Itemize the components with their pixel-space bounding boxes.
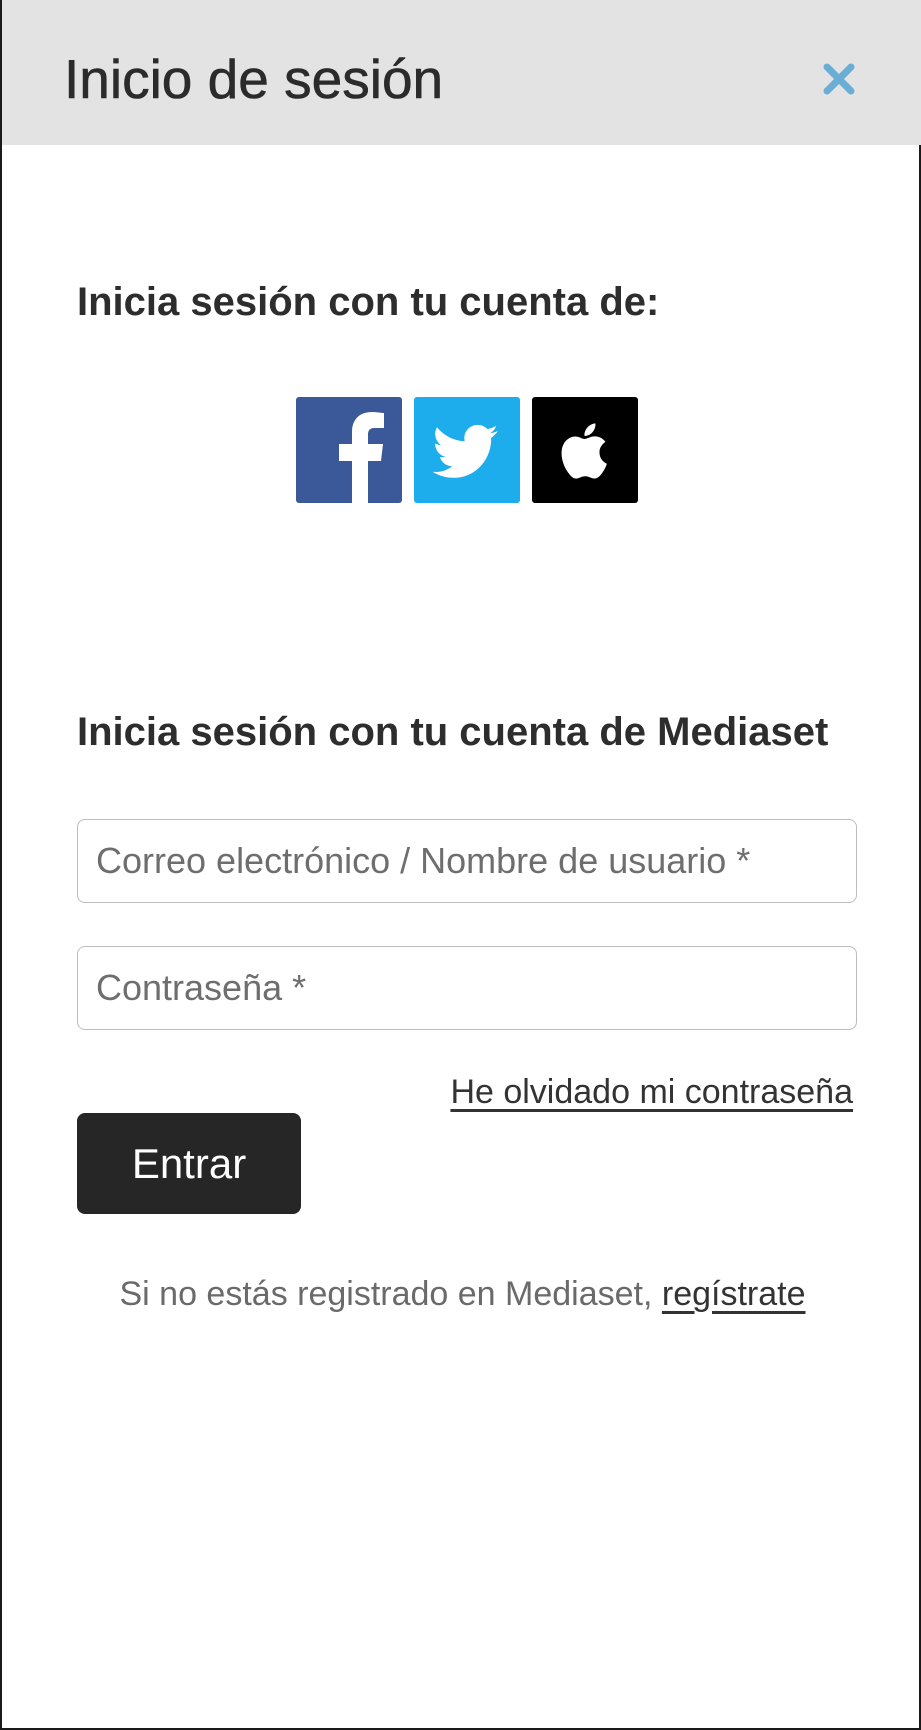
login-modal: Inicio de sesión Inicia sesión con tu cu…: [0, 0, 921, 1730]
close-icon: [823, 63, 855, 95]
login-submit-button[interactable]: Entrar: [77, 1113, 301, 1214]
modal-header: Inicio de sesión: [2, 0, 921, 145]
email-field-wrapper: [77, 819, 857, 903]
register-link[interactable]: regístrate: [662, 1275, 806, 1313]
apple-icon: [561, 423, 607, 479]
register-prompt: Si no estás registrado en Mediaset, regí…: [2, 1271, 921, 1317]
register-prompt-text: Si no estás registrado en Mediaset,: [119, 1275, 662, 1313]
modal-title: Inicio de sesión: [64, 48, 444, 111]
facebook-icon: [339, 412, 384, 503]
password-field[interactable]: [78, 947, 856, 1029]
password-field-wrapper: [77, 946, 857, 1030]
mediaset-login-title: Inicia sesión con tu cuenta de Mediaset: [77, 710, 829, 754]
email-field[interactable]: [78, 820, 856, 902]
social-login-title: Inicia sesión con tu cuenta de:: [77, 280, 660, 324]
facebook-login-button[interactable]: [296, 397, 402, 503]
forgot-password-link[interactable]: He olvidado mi contraseña: [450, 1069, 853, 1115]
twitter-icon: [432, 424, 498, 478]
social-login-buttons: [296, 397, 638, 504]
twitter-login-button[interactable]: [414, 397, 520, 503]
apple-login-button[interactable]: [532, 397, 638, 503]
close-button[interactable]: [814, 54, 864, 104]
